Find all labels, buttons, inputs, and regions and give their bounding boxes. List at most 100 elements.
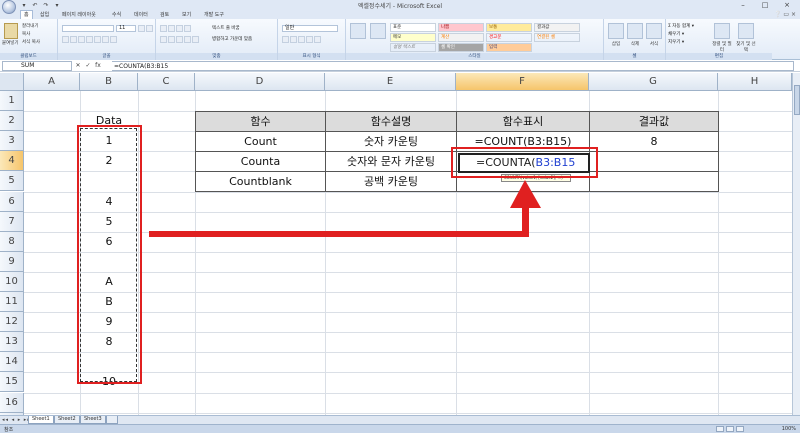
page-layout-view-icon[interactable]	[726, 426, 734, 432]
paste-button[interactable]: 붙여넣기	[2, 40, 19, 46]
number-format-dropdown[interactable]: 일반	[282, 25, 338, 32]
table-cell[interactable]: Count	[195, 131, 326, 153]
data-cell[interactable]: 4	[80, 192, 138, 212]
worksheet-grid[interactable]: ABCDEFGH 1234567891011121314151617 Data1…	[0, 73, 792, 415]
style-check-cell[interactable]: 셀 확인	[438, 43, 484, 52]
vertical-scrollbar[interactable]	[792, 73, 800, 415]
help-icon[interactable]: ❔ ▭ ×	[774, 11, 796, 18]
select-all-corner[interactable]	[0, 73, 24, 91]
minimize-button[interactable]: –	[732, 0, 754, 10]
active-cell-editor[interactable]: =COUNTA(B3:B15	[458, 153, 590, 173]
clear-button[interactable]: 지우기 ▾	[668, 39, 684, 45]
font-color-icon[interactable]	[102, 36, 109, 43]
align-bottom-icon[interactable]	[176, 25, 183, 32]
decrease-indent-icon[interactable]	[184, 36, 191, 43]
tab-data[interactable]: 데이터	[134, 11, 148, 19]
row-header-14[interactable]: 14	[0, 352, 24, 373]
style-calculation[interactable]: 계산	[438, 33, 484, 42]
align-left-icon[interactable]	[160, 36, 167, 43]
underline-icon[interactable]	[78, 36, 85, 43]
data-cell[interactable]: A	[80, 272, 138, 292]
row-header-1[interactable]: 1	[0, 91, 24, 112]
shrink-font-icon[interactable]	[146, 25, 153, 32]
align-top-icon[interactable]	[160, 25, 167, 32]
row-header-3[interactable]: 3	[0, 131, 24, 152]
table-header-cell[interactable]: 함수	[195, 111, 326, 133]
find-select-button[interactable]: 찾기 및 선택	[735, 41, 757, 53]
column-header-e[interactable]: E	[325, 73, 456, 91]
tab-home[interactable]: 홈	[20, 10, 33, 19]
row-header-6[interactable]: 6	[0, 191, 24, 212]
font-size-dropdown[interactable]: 11	[116, 25, 136, 32]
data-cell[interactable]: B	[80, 292, 138, 312]
bold-icon[interactable]	[62, 36, 69, 43]
format-cells-icon[interactable]	[646, 23, 662, 39]
sheet-nav-icons[interactable]: ◂◂ ◂ ▸ ▸▸	[2, 417, 31, 423]
sheet-tab-3[interactable]: Sheet3	[80, 416, 106, 424]
format-cells-button[interactable]: 서식	[643, 41, 665, 47]
column-header-g[interactable]: G	[589, 73, 718, 91]
style-input[interactable]: 입력	[486, 43, 532, 52]
row-header-9[interactable]: 9	[0, 251, 24, 272]
tab-review[interactable]: 검토	[160, 11, 169, 19]
sheet-tab-1[interactable]: Sheet1	[28, 416, 54, 424]
sort-filter-button[interactable]: 정렬 및 필터	[711, 41, 733, 53]
row-header-4[interactable]: 4	[0, 151, 24, 172]
office-button[interactable]	[2, 0, 16, 14]
maximize-button[interactable]: □	[754, 0, 776, 10]
enter-icon[interactable]: ✓	[84, 62, 92, 70]
sort-filter-icon[interactable]	[714, 23, 730, 39]
increase-decimal-icon[interactable]	[306, 36, 313, 43]
tab-insert[interactable]: 삽입	[40, 11, 49, 19]
table-cell[interactable]: 8	[589, 131, 719, 153]
data-cell[interactable]: 9	[80, 312, 138, 332]
style-neutral[interactable]: 보통	[486, 23, 532, 32]
delete-cells-icon[interactable]	[627, 23, 643, 39]
insert-function-icon[interactable]: fx	[94, 62, 102, 70]
phonetic-icon[interactable]	[110, 36, 117, 43]
find-select-icon[interactable]	[738, 23, 754, 39]
merge-center-button[interactable]: 병합하고 가운데 맞춤	[212, 36, 252, 42]
name-box[interactable]: SUM	[2, 61, 72, 71]
row-header-8[interactable]: 8	[0, 231, 24, 252]
table-cell[interactable]: Counta	[195, 151, 326, 173]
column-header-f[interactable]: F	[456, 73, 589, 91]
tab-page-layout[interactable]: 페이지 레이아웃	[62, 11, 96, 19]
insert-cells-icon[interactable]	[608, 23, 624, 39]
data-cell[interactable]: 8	[80, 332, 138, 352]
row-header-11[interactable]: 11	[0, 292, 24, 313]
column-header-d[interactable]: D	[195, 73, 325, 91]
data-cell[interactable]: 10	[80, 372, 138, 392]
data-cell[interactable]	[80, 352, 138, 372]
fill-button[interactable]: 채우기 ▾	[668, 31, 684, 37]
row-header-16[interactable]: 16	[0, 392, 24, 413]
fill-color-icon[interactable]	[94, 36, 101, 43]
row-header-7[interactable]: 7	[0, 211, 24, 232]
data-cell[interactable]: 6	[80, 232, 138, 252]
data-cell[interactable]	[80, 252, 138, 272]
normal-view-icon[interactable]	[716, 426, 724, 432]
row-header-2[interactable]: 2	[0, 111, 24, 132]
row-header-15[interactable]: 15	[0, 372, 24, 393]
conditional-format-icon[interactable]	[350, 23, 366, 39]
style-output[interactable]: 결과값	[534, 23, 580, 32]
table-cell[interactable]	[589, 171, 719, 193]
column-header-c[interactable]: C	[138, 73, 195, 91]
align-right-icon[interactable]	[176, 36, 183, 43]
row-header-13[interactable]: 13	[0, 332, 24, 353]
table-header-cell[interactable]: 함수설명	[325, 111, 457, 133]
copy-button[interactable]: 복사	[22, 31, 30, 37]
row-header-5[interactable]: 5	[0, 171, 24, 192]
increase-indent-icon[interactable]	[192, 36, 199, 43]
align-center-icon[interactable]	[168, 36, 175, 43]
page-break-view-icon[interactable]	[736, 426, 744, 432]
comma-icon[interactable]	[298, 36, 305, 43]
align-middle-icon[interactable]	[168, 25, 175, 32]
style-explanatory[interactable]: 설명 텍스트	[390, 43, 436, 52]
table-cell[interactable]: =COUNT(B3:B15)	[456, 131, 590, 153]
tab-developer[interactable]: 개발 도구	[204, 11, 224, 19]
orientation-icon[interactable]	[184, 25, 191, 32]
cancel-icon[interactable]: ✕	[74, 62, 82, 70]
autosum-button[interactable]: Σ 자동 합계 ▾	[668, 23, 694, 29]
column-header-a[interactable]: A	[24, 73, 80, 91]
